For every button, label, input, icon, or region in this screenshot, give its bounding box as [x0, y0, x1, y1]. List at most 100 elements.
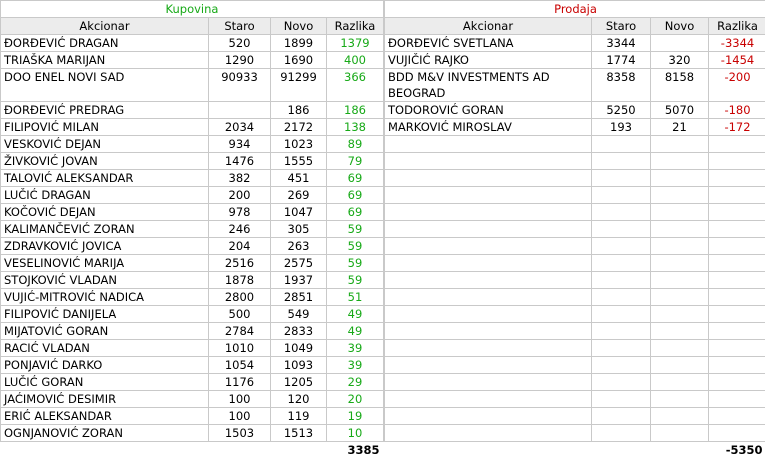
old-value — [592, 340, 651, 357]
old-value: 1010 — [209, 340, 271, 357]
new-value — [651, 289, 709, 306]
table-row: KALIMANČEVIĆ ZORAN24630559 — [1, 221, 384, 238]
old-value — [592, 323, 651, 340]
old-value: 246 — [209, 221, 271, 238]
difference-value — [709, 187, 765, 204]
buy-header-cell: Novo — [271, 18, 327, 35]
difference-value: -3344 — [709, 35, 765, 52]
shareholder-name: DOO ENEL NOVI SAD — [1, 69, 209, 102]
new-value: 1937 — [271, 272, 327, 289]
table-row — [385, 170, 765, 187]
shareholder-name: OGNJANOVIĆ ZORAN — [1, 425, 209, 442]
old-value — [592, 374, 651, 391]
new-value — [651, 35, 709, 52]
new-value: 120 — [271, 391, 327, 408]
shareholder-name: ŽIVKOVIĆ JOVAN — [1, 153, 209, 170]
shareholder-name — [385, 289, 592, 306]
difference-value: -200 — [709, 69, 765, 102]
difference-value — [709, 306, 765, 323]
new-value — [651, 340, 709, 357]
new-value — [651, 306, 709, 323]
table-row: LUČIĆ DRAGAN20026969 — [1, 187, 384, 204]
old-value: 520 — [209, 35, 271, 52]
difference-value — [709, 408, 765, 425]
old-value — [592, 136, 651, 153]
old-value — [592, 170, 651, 187]
new-value — [651, 425, 709, 442]
shareholder-name: KALIMANČEVIĆ ZORAN — [1, 221, 209, 238]
shareholder-name: JAĆIMOVIĆ DESIMIR — [1, 391, 209, 408]
shareholder-name: MARKOVIĆ MIROSLAV — [385, 119, 592, 136]
shareholder-name: RACIĆ VLADAN — [1, 340, 209, 357]
new-value: 8158 — [651, 69, 709, 102]
shareholder-name: ĐORĐEVIĆ DRAGAN — [1, 35, 209, 52]
old-value: 1503 — [209, 425, 271, 442]
old-value: 1774 — [592, 52, 651, 69]
table-row — [385, 357, 765, 374]
table-row — [385, 425, 765, 442]
table-row: DOO ENEL NOVI SAD9093391299366 — [1, 69, 384, 102]
new-value — [651, 357, 709, 374]
new-value: 269 — [271, 187, 327, 204]
new-value: 2833 — [271, 323, 327, 340]
shareholder-name — [385, 153, 592, 170]
shareholder-name — [385, 306, 592, 323]
table-row: FILIPOVIĆ MILAN20342172138 — [1, 119, 384, 136]
table-row — [385, 323, 765, 340]
table-row — [385, 408, 765, 425]
new-value: 1093 — [271, 357, 327, 374]
shareholder-name — [385, 340, 592, 357]
shareholder-name: TRIAŠKA MARIJAN — [1, 52, 209, 69]
new-value: 21 — [651, 119, 709, 136]
old-value — [592, 255, 651, 272]
shareholder-name: TALOVIĆ ALEKSANDAR — [1, 170, 209, 187]
buy-header-row: AkcionarStaroNovoRazlika — [1, 18, 384, 35]
shareholder-name: ĐORĐEVIĆ SVETLANA — [385, 35, 592, 52]
difference-value: 59 — [327, 255, 384, 272]
difference-value: 69 — [327, 204, 384, 221]
difference-value: 59 — [327, 238, 384, 255]
difference-value: -1454 — [709, 52, 765, 69]
new-value: 1690 — [271, 52, 327, 69]
new-value: 1513 — [271, 425, 327, 442]
shareholder-name — [385, 374, 592, 391]
old-value — [592, 204, 651, 221]
difference-value: 69 — [327, 170, 384, 187]
table-row: BDD M&V INVESTMENTS AD BEOGRAD83588158-2… — [385, 69, 765, 102]
old-value: 1054 — [209, 357, 271, 374]
sell-table: ProdajaAkcionarStaroNovoRazlikaĐORĐEVIĆ … — [384, 0, 765, 458]
old-value: 1878 — [209, 272, 271, 289]
old-value: 2800 — [209, 289, 271, 306]
difference-value: 10 — [327, 425, 384, 442]
old-value — [592, 221, 651, 238]
shareholder-name — [385, 323, 592, 340]
table-row: ZDRAVKOVIĆ JOVICA20426359 — [1, 238, 384, 255]
old-value: 934 — [209, 136, 271, 153]
table-row — [385, 238, 765, 255]
difference-value: 59 — [327, 272, 384, 289]
old-value: 193 — [592, 119, 651, 136]
table-row: JAĆIMOVIĆ DESIMIR10012020 — [1, 391, 384, 408]
old-value: 2784 — [209, 323, 271, 340]
old-value: 5250 — [592, 102, 651, 119]
shareholder-name: VESKOVIĆ DEJAN — [1, 136, 209, 153]
new-value: 320 — [651, 52, 709, 69]
new-value: 5070 — [651, 102, 709, 119]
difference-value: 20 — [327, 391, 384, 408]
shareholder-name — [385, 238, 592, 255]
new-value: 451 — [271, 170, 327, 187]
table-row — [385, 153, 765, 170]
shareholder-name — [385, 221, 592, 238]
table-row — [385, 272, 765, 289]
shareholder-name — [385, 187, 592, 204]
table-row: ŽIVKOVIĆ JOVAN1476155579 — [1, 153, 384, 170]
new-value — [651, 391, 709, 408]
table-row: RACIĆ VLADAN1010104939 — [1, 340, 384, 357]
new-value — [651, 408, 709, 425]
old-value: 1176 — [209, 374, 271, 391]
difference-value — [709, 272, 765, 289]
new-value: 1049 — [271, 340, 327, 357]
difference-value: 366 — [327, 69, 384, 102]
old-value: 1476 — [209, 153, 271, 170]
old-value — [592, 187, 651, 204]
